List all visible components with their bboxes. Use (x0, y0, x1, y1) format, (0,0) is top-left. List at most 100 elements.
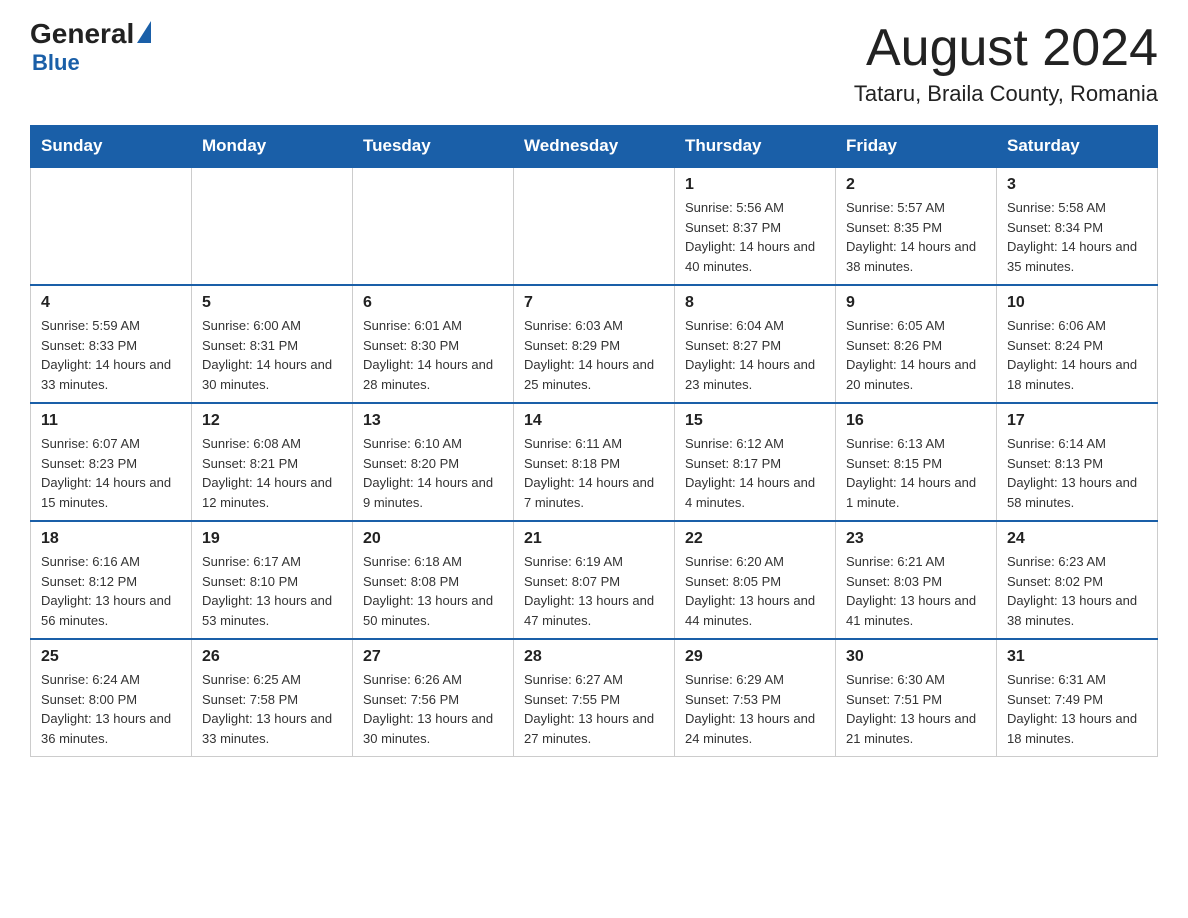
day-info: Sunrise: 5:56 AMSunset: 8:37 PMDaylight:… (685, 198, 825, 276)
calendar-cell: 18 Sunrise: 6:16 AMSunset: 8:12 PMDayligh… (31, 521, 192, 639)
day-number: 6 (363, 294, 503, 312)
day-info: Sunrise: 6:21 AMSunset: 8:03 PMDaylight:… (846, 552, 986, 630)
calendar-cell: 6 Sunrise: 6:01 AMSunset: 8:30 PMDaylight… (353, 285, 514, 403)
calendar-cell (353, 167, 514, 285)
day-number: 30 (846, 648, 986, 666)
day-number: 3 (1007, 176, 1147, 194)
day-number: 2 (846, 176, 986, 194)
day-header-friday: Friday (836, 126, 997, 168)
calendar-cell: 14 Sunrise: 6:11 AMSunset: 8:18 PMDayligh… (514, 403, 675, 521)
day-header-wednesday: Wednesday (514, 126, 675, 168)
title-area: August 2024 Tataru, Braila County, Roman… (854, 20, 1158, 107)
day-number: 4 (41, 294, 181, 312)
day-number: 31 (1007, 648, 1147, 666)
day-header-sunday: Sunday (31, 126, 192, 168)
calendar-cell: 28 Sunrise: 6:27 AMSunset: 7:55 PMDayligh… (514, 639, 675, 757)
calendar-cell: 22 Sunrise: 6:20 AMSunset: 8:05 PMDayligh… (675, 521, 836, 639)
calendar-title: August 2024 (854, 20, 1158, 77)
calendar-cell: 27Sunrise: 6:26 AMSunset: 7:56 PMDayligh… (353, 639, 514, 757)
week-row-3: 11Sunrise: 6:07 AMSunset: 8:23 PMDayligh… (31, 403, 1158, 521)
day-info: Sunrise: 6:07 AMSunset: 8:23 PMDaylight:… (41, 434, 181, 512)
day-number: 8 (685, 294, 825, 312)
day-number: 25 (41, 648, 181, 666)
day-info: Sunrise: 6:14 AMSunset: 8:13 PMDaylight:… (1007, 434, 1147, 512)
day-number: 17 (1007, 412, 1147, 430)
day-number: 29 (685, 648, 825, 666)
day-info: Sunrise: 6:10 AMSunset: 8:20 PMDaylight:… (363, 434, 503, 512)
calendar-cell: 20 Sunrise: 6:18 AMSunset: 8:08 PMDayligh… (353, 521, 514, 639)
calendar-cell: 2Sunrise: 5:57 AMSunset: 8:35 PMDaylight… (836, 167, 997, 285)
calendar-cell: 26 Sunrise: 6:25 AMSunset: 7:58 PMDayligh… (192, 639, 353, 757)
day-number: 1 (685, 176, 825, 194)
day-number: 5 (202, 294, 342, 312)
day-info: Sunrise: 6:23 AMSunset: 8:02 PMDaylight:… (1007, 552, 1147, 630)
day-number: 14 (524, 412, 664, 430)
day-header-monday: Monday (192, 126, 353, 168)
week-row-4: 18 Sunrise: 6:16 AMSunset: 8:12 PMDayligh… (31, 521, 1158, 639)
day-info: Sunrise: 5:59 AMSunset: 8:33 PMDaylight:… (41, 316, 181, 394)
day-info: Sunrise: 6:30 AMSunset: 7:51 PMDaylight:… (846, 670, 986, 748)
day-number: 20 (363, 530, 503, 548)
day-number: 15 (685, 412, 825, 430)
logo-blue-text: Blue (32, 50, 80, 76)
day-number: 28 (524, 648, 664, 666)
day-info: Sunrise: 6:29 AMSunset: 7:53 PMDaylight:… (685, 670, 825, 748)
calendar-cell: 29 Sunrise: 6:29 AMSunset: 7:53 PMDayligh… (675, 639, 836, 757)
day-number: 16 (846, 412, 986, 430)
day-info: Sunrise: 6:16 AMSunset: 8:12 PMDaylight:… (41, 552, 181, 630)
day-number: 26 (202, 648, 342, 666)
week-row-5: 25 Sunrise: 6:24 AMSunset: 8:00 PMDayligh… (31, 639, 1158, 757)
day-number: 19 (202, 530, 342, 548)
day-number: 9 (846, 294, 986, 312)
day-info: Sunrise: 6:01 AMSunset: 8:30 PMDaylight:… (363, 316, 503, 394)
calendar-cell (192, 167, 353, 285)
day-header-tuesday: Tuesday (353, 126, 514, 168)
day-info: Sunrise: 6:26 AMSunset: 7:56 PMDaylight:… (363, 670, 503, 748)
calendar-cell: 24 Sunrise: 6:23 AMSunset: 8:02 PMDayligh… (997, 521, 1158, 639)
calendar-cell: 7Sunrise: 6:03 AMSunset: 8:29 PMDaylight… (514, 285, 675, 403)
day-info: Sunrise: 6:31 AMSunset: 7:49 PMDaylight:… (1007, 670, 1147, 748)
day-number: 24 (1007, 530, 1147, 548)
calendar-cell: 8 Sunrise: 6:04 AMSunset: 8:27 PMDaylight… (675, 285, 836, 403)
calendar-cell: 30 Sunrise: 6:30 AMSunset: 7:51 PMDayligh… (836, 639, 997, 757)
day-info: Sunrise: 6:08 AMSunset: 8:21 PMDaylight:… (202, 434, 342, 512)
calendar-cell: 17 Sunrise: 6:14 AMSunset: 8:13 PMDayligh… (997, 403, 1158, 521)
day-number: 23 (846, 530, 986, 548)
calendar-cell: 12 Sunrise: 6:08 AMSunset: 8:21 PMDayligh… (192, 403, 353, 521)
calendar-cell (514, 167, 675, 285)
calendar-cell: 3 Sunrise: 5:58 AMSunset: 8:34 PMDaylight… (997, 167, 1158, 285)
day-info: Sunrise: 6:06 AMSunset: 8:24 PMDaylight:… (1007, 316, 1147, 394)
day-number: 21 (524, 530, 664, 548)
calendar-cell: 5 Sunrise: 6:00 AMSunset: 8:31 PMDaylight… (192, 285, 353, 403)
day-number: 12 (202, 412, 342, 430)
day-info: Sunrise: 6:20 AMSunset: 8:05 PMDaylight:… (685, 552, 825, 630)
day-number: 18 (41, 530, 181, 548)
calendar-cell (31, 167, 192, 285)
day-info: Sunrise: 6:24 AMSunset: 8:00 PMDaylight:… (41, 670, 181, 748)
day-header-saturday: Saturday (997, 126, 1158, 168)
calendar-cell: 13Sunrise: 6:10 AMSunset: 8:20 PMDayligh… (353, 403, 514, 521)
day-info: Sunrise: 6:25 AMSunset: 7:58 PMDaylight:… (202, 670, 342, 748)
calendar-cell: 21 Sunrise: 6:19 AMSunset: 8:07 PMDayligh… (514, 521, 675, 639)
day-info: Sunrise: 5:58 AMSunset: 8:34 PMDaylight:… (1007, 198, 1147, 276)
day-info: Sunrise: 6:00 AMSunset: 8:31 PMDaylight:… (202, 316, 342, 394)
header: General Blue August 2024 Tataru, Braila … (30, 20, 1158, 107)
day-info: Sunrise: 6:17 AMSunset: 8:10 PMDaylight:… (202, 552, 342, 630)
calendar-cell: 19 Sunrise: 6:17 AMSunset: 8:10 PMDayligh… (192, 521, 353, 639)
logo-general-text: General (30, 20, 134, 48)
day-number: 22 (685, 530, 825, 548)
calendar-cell: 1 Sunrise: 5:56 AMSunset: 8:37 PMDaylight… (675, 167, 836, 285)
day-info: Sunrise: 6:11 AMSunset: 8:18 PMDaylight:… (524, 434, 664, 512)
day-info: Sunrise: 6:18 AMSunset: 8:08 PMDaylight:… (363, 552, 503, 630)
day-info: Sunrise: 6:05 AMSunset: 8:26 PMDaylight:… (846, 316, 986, 394)
day-info: Sunrise: 6:27 AMSunset: 7:55 PMDaylight:… (524, 670, 664, 748)
day-info: Sunrise: 6:19 AMSunset: 8:07 PMDaylight:… (524, 552, 664, 630)
day-info: Sunrise: 6:04 AMSunset: 8:27 PMDaylight:… (685, 316, 825, 394)
day-info: Sunrise: 6:12 AMSunset: 8:17 PMDaylight:… (685, 434, 825, 512)
day-info: Sunrise: 6:13 AMSunset: 8:15 PMDaylight:… (846, 434, 986, 512)
calendar-table: SundayMondayTuesdayWednesdayThursdayFrid… (30, 125, 1158, 757)
calendar-cell: 10 Sunrise: 6:06 AMSunset: 8:24 PMDayligh… (997, 285, 1158, 403)
day-number: 10 (1007, 294, 1147, 312)
calendar-cell: 31 Sunrise: 6:31 AMSunset: 7:49 PMDayligh… (997, 639, 1158, 757)
logo: General Blue (30, 20, 152, 76)
